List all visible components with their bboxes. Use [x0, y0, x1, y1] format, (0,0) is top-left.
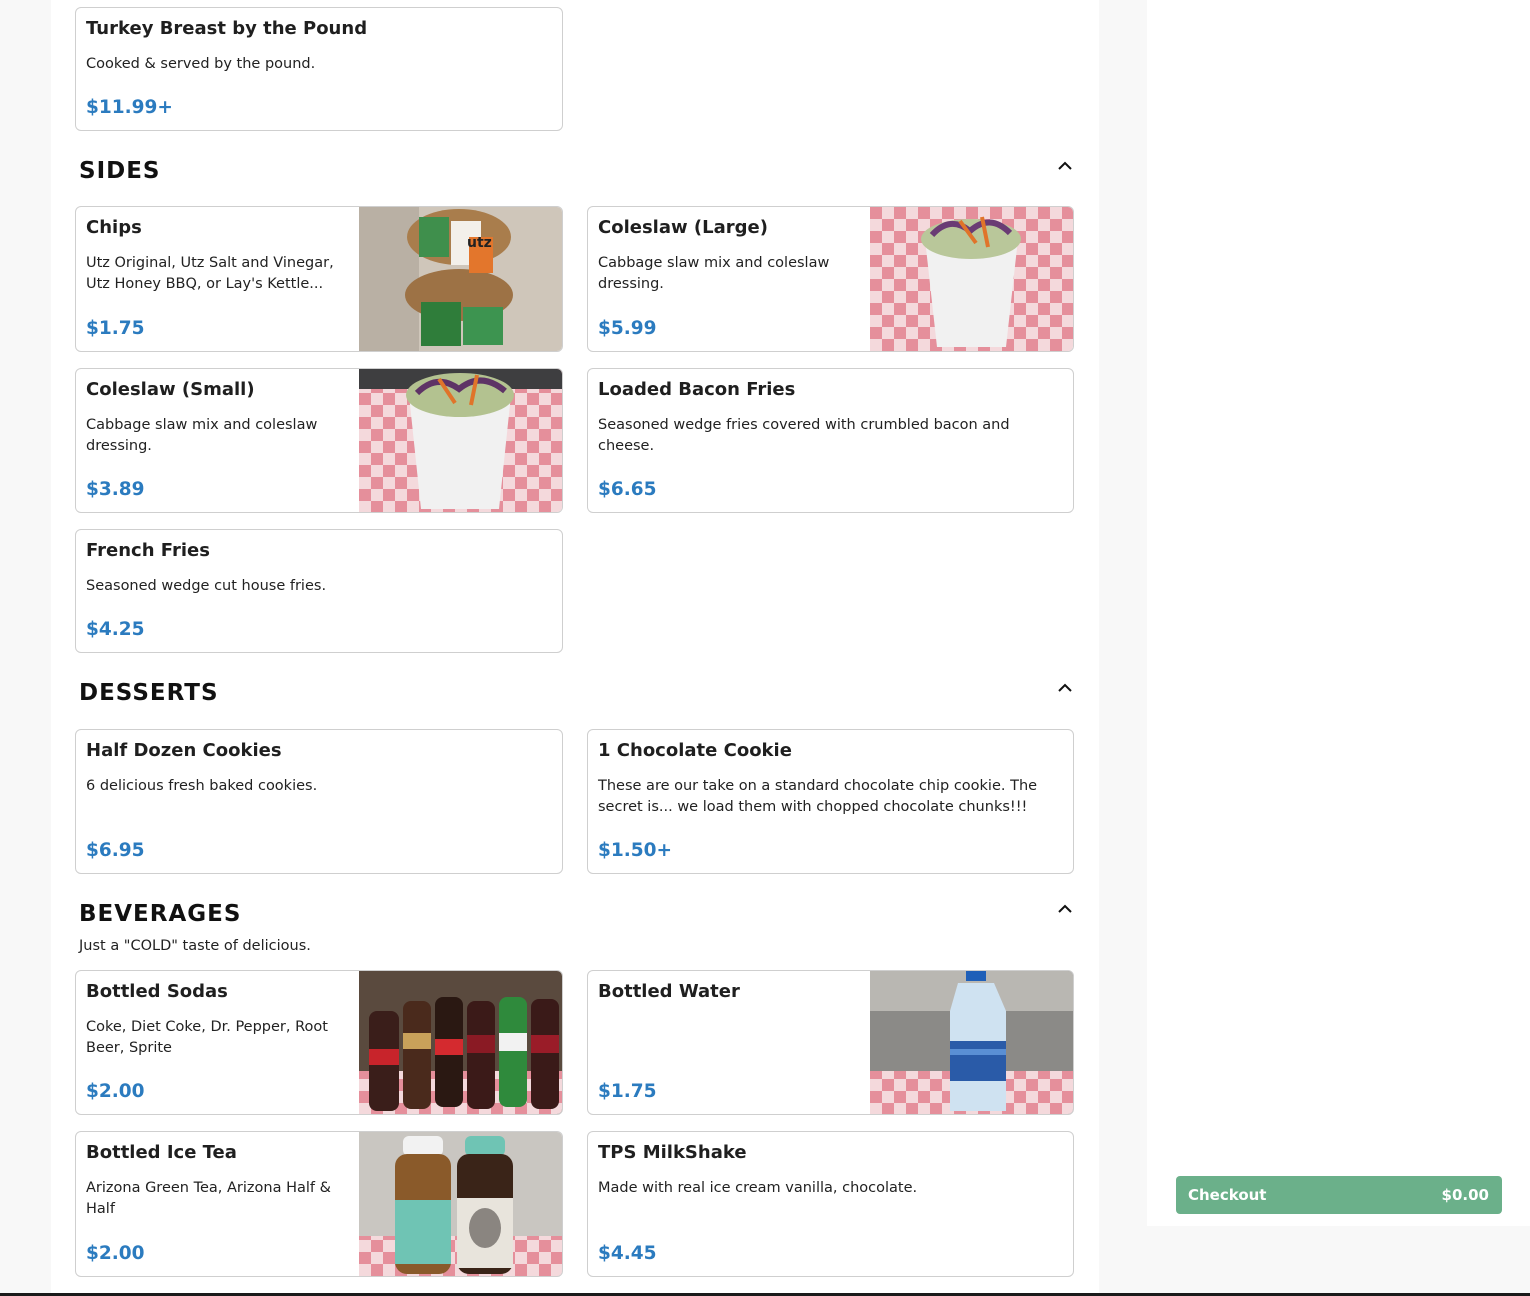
- menu-item-bottled-water[interactable]: Bottled Water $1.75: [587, 970, 1074, 1115]
- section-title-beverages: BEVERAGES: [79, 901, 242, 927]
- menu-item-tps-milkshake[interactable]: TPS MilkShake Made with real ice cream v…: [587, 1131, 1074, 1277]
- item-photo-bottled-ice-tea: [359, 1132, 562, 1276]
- item-name: French Fries: [86, 540, 210, 561]
- item-price: $6.95: [86, 840, 145, 861]
- item-photo-coleslaw-small: [359, 369, 562, 512]
- item-name: Loaded Bacon Fries: [598, 379, 796, 400]
- cart-panel: [1147, 0, 1530, 1226]
- item-price: $1.50+: [598, 840, 673, 861]
- chevron-up-icon[interactable]: [1055, 158, 1075, 172]
- menu-item-bottled-ice-tea[interactable]: Bottled Ice Tea Arizona Green Tea, Arizo…: [75, 1131, 563, 1277]
- item-price: $1.75: [86, 318, 145, 339]
- item-photo-coleslaw-large: [870, 207, 1073, 351]
- item-description: Seasoned wedge cut house fries.: [86, 578, 327, 594]
- chevron-up-icon[interactable]: [1055, 901, 1075, 915]
- item-description: Cooked & served by the pound.: [86, 56, 316, 72]
- checkout-label: Checkout: [1188, 1186, 1267, 1204]
- section-title-desserts: DESSERTS: [79, 680, 219, 706]
- item-description: Arizona Green Tea, Arizona Half & Half: [86, 1180, 331, 1217]
- item-price: $2.00: [86, 1243, 145, 1264]
- item-name: Half Dozen Cookies: [86, 740, 282, 761]
- item-price: $4.25: [86, 619, 145, 640]
- item-name: 1 Chocolate Cookie: [598, 740, 792, 761]
- item-price: $2.00: [86, 1081, 145, 1102]
- item-name: Coleslaw (Small): [86, 379, 255, 400]
- item-photo-chips: utz: [359, 207, 562, 351]
- item-price: $5.99: [598, 318, 657, 339]
- menu-item-half-dozen-cookies[interactable]: Half Dozen Cookies 6 delicious fresh bak…: [75, 729, 563, 874]
- item-photo-bottled-sodas: [359, 971, 562, 1114]
- menu-item-loaded-bacon-fries[interactable]: Loaded Bacon Fries Seasoned wedge fries …: [587, 368, 1074, 513]
- svg-text:utz: utz: [467, 235, 492, 251]
- item-price: $11.99+: [86, 97, 173, 118]
- item-description: 6 delicious fresh baked cookies.: [86, 778, 318, 794]
- item-photo-bottled-water: [870, 971, 1073, 1114]
- cart-total: $0.00: [1441, 1186, 1489, 1204]
- menu-item-coleslaw-small[interactable]: Coleslaw (Small) Cabbage slaw mix and co…: [75, 368, 563, 513]
- item-description: Coke, Diet Coke, Dr. Pepper, Root Beer, …: [86, 1019, 328, 1056]
- item-price: $4.45: [598, 1243, 657, 1264]
- item-description: Made with real ice cream vanilla, chocol…: [598, 1180, 918, 1196]
- item-price: $3.89: [86, 479, 145, 500]
- item-price: $6.65: [598, 479, 657, 500]
- item-description: Cabbage slaw mix and coleslaw dressing.: [86, 417, 318, 454]
- item-name: Coleslaw (Large): [598, 217, 768, 238]
- section-subtitle-beverages: Just a "COLD" taste of delicious.: [79, 938, 311, 954]
- item-description: Utz Original, Utz Salt and Vinegar, Utz …: [86, 255, 334, 292]
- item-name: Bottled Sodas: [86, 981, 228, 1002]
- item-name: Bottled Ice Tea: [86, 1142, 237, 1163]
- menu-item-coleslaw-large[interactable]: Coleslaw (Large) Cabbage slaw mix and co…: [587, 206, 1074, 352]
- item-description: These are our take on a standard chocola…: [598, 778, 1038, 815]
- chevron-up-icon[interactable]: [1055, 680, 1075, 694]
- menu-item-chocolate-cookie[interactable]: 1 Chocolate Cookie These are our take on…: [587, 729, 1074, 874]
- section-title-sides: SIDES: [79, 158, 161, 184]
- menu-item-turkey-breast[interactable]: Turkey Breast by the Pound Cooked & serv…: [75, 7, 563, 131]
- item-name: Bottled Water: [598, 981, 740, 1002]
- checkout-button[interactable]: Checkout $0.00: [1176, 1176, 1502, 1214]
- item-name: TPS MilkShake: [598, 1142, 747, 1163]
- item-name: Turkey Breast by the Pound: [86, 18, 368, 39]
- menu-item-french-fries[interactable]: French Fries Seasoned wedge cut house fr…: [75, 529, 563, 653]
- item-price: $1.75: [598, 1081, 657, 1102]
- menu-item-chips[interactable]: Chips Utz Original, Utz Salt and Vinegar…: [75, 206, 563, 352]
- item-name: Chips: [86, 217, 142, 238]
- item-description: Cabbage slaw mix and coleslaw dressing.: [598, 255, 830, 292]
- menu-item-bottled-sodas[interactable]: Bottled Sodas Coke, Diet Coke, Dr. Peppe…: [75, 970, 563, 1115]
- item-description: Seasoned wedge fries covered with crumbl…: [598, 417, 1010, 454]
